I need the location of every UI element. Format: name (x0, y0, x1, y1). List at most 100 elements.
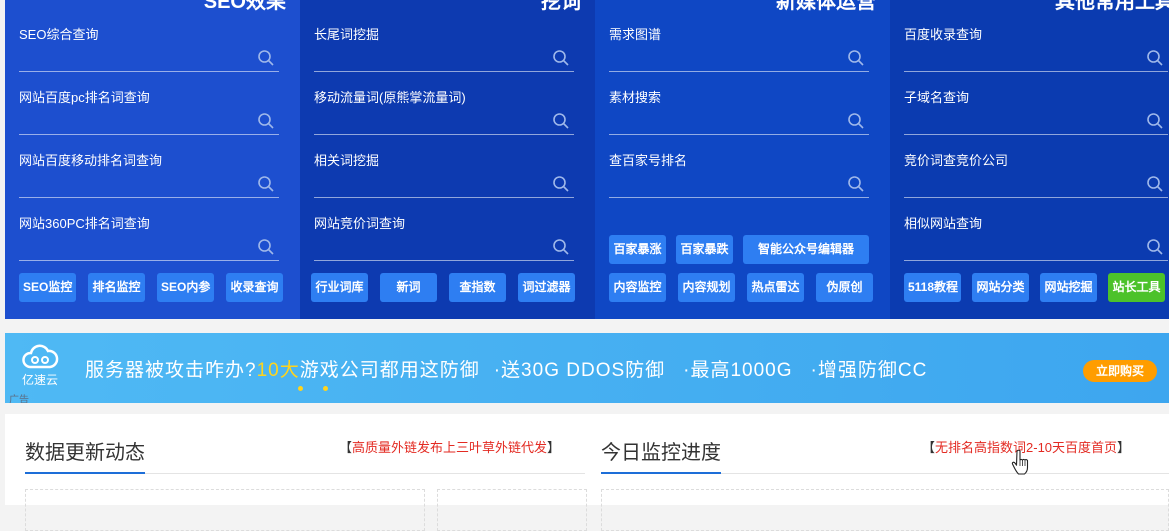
search-icon[interactable] (552, 175, 570, 193)
site-category-button[interactable]: 网站分类 (972, 273, 1029, 302)
field-seo-comprehensive[interactable]: SEO综合查询 (19, 27, 279, 72)
wechat-editor-button[interactable]: 智能公众号编辑器 (743, 235, 869, 264)
tutorial-button[interactable]: 5118教程 (904, 273, 961, 302)
carousel-dots (298, 386, 338, 392)
column-title: 其他常用工具 (1055, 0, 1169, 13)
field-related-words[interactable]: 相关词挖掘 (314, 153, 574, 198)
field-label: 网站360PC排名词查询 (19, 216, 150, 231)
bracket: 】 (1117, 440, 1131, 455)
field-bidding-words[interactable]: 网站竞价词查询 (314, 216, 574, 261)
bracket: 】 (547, 440, 561, 455)
rank-monitor-button[interactable]: 排名监控 (88, 273, 145, 302)
field-label: 竞价词查竞价公司 (904, 153, 1009, 168)
banner-text-e: ·增强防御CC (810, 360, 928, 381)
banner-text-b: 游戏公司都用这防御 (299, 360, 480, 381)
field-label: 百度收录查询 (904, 27, 983, 42)
check-index-button[interactable]: 查指数 (449, 273, 506, 302)
field-mobile-traffic[interactable]: 移动流量词(原熊掌流量词) (314, 90, 574, 135)
updates-side-panel (437, 489, 587, 531)
search-icon[interactable] (552, 238, 570, 256)
field-baidu-mobile-rank[interactable]: 网站百度移动排名词查询 (19, 153, 279, 198)
search-icon[interactable] (257, 238, 275, 256)
search-icon[interactable] (1146, 49, 1164, 67)
content-monitor-button[interactable]: 内容监控 (609, 273, 666, 302)
search-icon[interactable] (847, 112, 865, 130)
seo-monitor-button[interactable]: SEO监控 (19, 273, 76, 302)
banner-highlight: 10大 (256, 360, 300, 381)
carousel-dot[interactable] (323, 386, 328, 391)
search-icon[interactable] (1146, 112, 1164, 130)
tool-panels: SEO效果 SEO综合查询 网站百度pc排名词查询 网站百度移动排名词查询 网站… (5, 0, 1169, 319)
field-label: 子域名查询 (904, 90, 970, 105)
banner-text-a: 服务器被攻击咋办? (85, 360, 257, 381)
cloud-logo-icon (22, 344, 59, 369)
field-label: 素材搜索 (609, 90, 662, 105)
promo-link-text[interactable]: 高质量外链发布上三叶草外链代发 (352, 440, 547, 455)
hotspot-radar-button[interactable]: 热点雷达 (747, 273, 804, 302)
banner-headline: 服务器被攻击咋办?10大游戏公司都用这防御 ·送30G DDOS防御 ·最高1000… (85, 355, 927, 382)
field-demand-graph[interactable]: 需求图谱 (609, 27, 869, 72)
search-icon[interactable] (552, 49, 570, 67)
search-icon[interactable] (847, 175, 865, 193)
search-icon[interactable] (257, 49, 275, 67)
banner-text-d: ·最高1000G (683, 360, 793, 381)
hand-cursor-icon (1011, 449, 1029, 475)
column-seo: SEO效果 SEO综合查询 网站百度pc排名词查询 网站百度移动排名词查询 网站… (5, 0, 300, 319)
bracket: 【 (339, 440, 353, 455)
ad-banner[interactable]: 亿速云 服务器被攻击咋办?10大游戏公司都用这防御 ·送30G DDOS防御 ·最高… (5, 333, 1169, 403)
content-plan-button[interactable]: 内容规划 (678, 273, 735, 302)
field-360-pc-rank[interactable]: 网站360PC排名词查询 (19, 216, 279, 261)
brand-logo: 亿速云 (15, 343, 65, 398)
field-label: 相似网站查询 (904, 216, 983, 231)
site-mining-button[interactable]: 网站挖掘 (1040, 273, 1097, 302)
search-icon[interactable] (257, 175, 275, 193)
pseudo-original-button[interactable]: 伪原创 (816, 273, 873, 302)
field-bidding-company[interactable]: 竞价词查竞价公司 (904, 153, 1168, 198)
new-words-button[interactable]: 新词 (380, 273, 437, 302)
column-title: 新媒体运营 (776, 0, 876, 13)
word-filter-button[interactable]: 词过滤器 (518, 273, 575, 302)
monitor-panel (601, 489, 1169, 531)
field-label: 移动流量词(原熊掌流量词) (314, 90, 466, 105)
field-baidu-pc-rank[interactable]: 网站百度pc排名词查询 (19, 90, 279, 135)
search-icon[interactable] (1146, 238, 1164, 256)
brand-name: 亿速云 (21, 373, 58, 387)
monitor-progress-title: 今日监控进度 (601, 442, 721, 464)
carousel-dot[interactable] (298, 386, 303, 391)
field-label: 网站百度pc排名词查询 (19, 90, 150, 105)
field-label: 相关词挖掘 (314, 153, 380, 168)
field-long-tail[interactable]: 长尾词挖掘 (314, 27, 574, 72)
column-title: 挖词 (541, 0, 581, 13)
status-section: 数据更新动态 【高质量外链发布上三叶草外链代发】 今日监控进度 【无排名高指数词… (5, 414, 1169, 531)
ad-label: 广告 (9, 395, 29, 403)
field-subdomain[interactable]: 子域名查询 (904, 90, 1168, 135)
field-label: 查百家号排名 (609, 153, 688, 168)
column-title: SEO效果 (203, 0, 286, 13)
search-icon[interactable] (1146, 175, 1164, 193)
field-label: SEO综合查询 (19, 27, 99, 42)
seo-insider-button[interactable]: SEO内参 (157, 273, 214, 302)
search-icon[interactable] (552, 112, 570, 130)
column-keyword-mining: 挖词 长尾词挖掘 移动流量词(原熊掌流量词) 相关词挖掘 网站竞价词查询 行业词… (300, 0, 595, 319)
index-query-button[interactable]: 收录查询 (226, 273, 283, 302)
webmaster-tools-button[interactable]: 站长工具 (1108, 273, 1165, 302)
baijia-drop-button[interactable]: 百家暴跌 (676, 235, 733, 264)
external-link-promo[interactable]: 【高质量外链发布上三叶草外链代发】 (339, 437, 560, 456)
baijia-surge-button[interactable]: 百家暴涨 (609, 235, 666, 264)
field-similar-sites[interactable]: 相似网站查询 (904, 216, 1168, 261)
buy-now-button[interactable]: 立即购买 (1083, 360, 1157, 382)
field-label: 需求图谱 (609, 27, 662, 42)
industry-lexicon-button[interactable]: 行业词库 (311, 273, 368, 302)
active-tab-underline (601, 472, 721, 474)
field-baidu-index[interactable]: 百度收录查询 (904, 27, 1168, 72)
active-tab-underline (25, 472, 145, 474)
column-new-media: 新媒体运营 需求图谱 素材搜索 查百家号排名 百家暴涨 百家暴跌 智能公众号编辑… (595, 0, 890, 319)
field-material-search[interactable]: 素材搜索 (609, 90, 869, 135)
field-label: 网站竞价词查询 (314, 216, 406, 231)
banner-text-c: ·送30G DDOS防御 (493, 360, 666, 381)
search-icon[interactable] (847, 49, 865, 67)
field-baijiahao-rank[interactable]: 查百家号排名 (609, 153, 869, 198)
column-other-tools: 其他常用工具 百度收录查询 子域名查询 竞价词查竞价公司 相似网站查询 5118… (890, 0, 1169, 319)
search-icon[interactable] (257, 112, 275, 130)
field-label: 网站百度移动排名词查询 (19, 153, 163, 168)
